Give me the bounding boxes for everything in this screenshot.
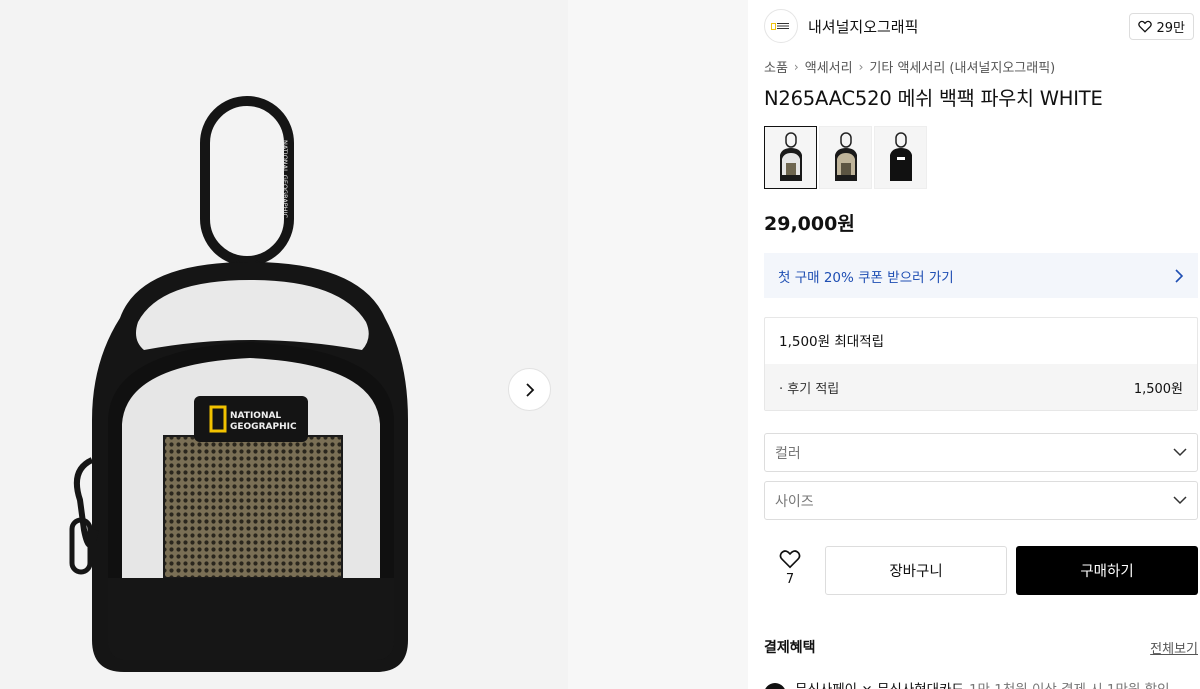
color-swatches (764, 126, 927, 189)
color-select-placeholder: 컬러 (775, 445, 801, 462)
benefit-item-detail: 1만 1천원 이상 결제 시 1만원 할인 (969, 678, 1170, 689)
breadcrumb: 소품 › 액세서리 › 기타 액세서리 (내셔널지오그래픽) (764, 57, 1055, 77)
size-option-select[interactable]: 사이즈 (764, 481, 1198, 520)
buy-now-button[interactable]: 구매하기 (1016, 546, 1198, 595)
swatch-thumbnail (834, 131, 857, 181)
view-all-benefits-link[interactable]: 전체보기 (1150, 638, 1198, 657)
benefit-item: 무신사페이 × 무신사현대카드 1만 1천원 이상 결제 시 1만원 할인 (764, 671, 1200, 689)
reward-row-value: 1,500원 (1133, 381, 1183, 397)
chevron-right-icon: › (793, 59, 799, 74)
heart-outline-icon (1138, 20, 1153, 33)
brand-logo-mark (771, 22, 791, 30)
chevron-down-icon (1173, 448, 1187, 457)
swatch-thumbnail (889, 131, 912, 181)
svg-text:GEOGRAPHIC: GEOGRAPHIC (230, 422, 297, 432)
reward-row: · 후기 적립 1,500원 (765, 364, 1197, 410)
brand-like-button[interactable]: 29만 (1129, 13, 1194, 40)
payment-benefits-title: 결제혜택 (764, 640, 816, 656)
product-image: NATIONAL GEOGRAPHIC NATIONAL GEOGRAPHIC (69, 96, 408, 672)
brand-logo[interactable] (764, 9, 798, 43)
color-option-select[interactable]: 컬러 (764, 433, 1198, 472)
svg-text:NATIONAL: NATIONAL (230, 411, 281, 421)
brand-like-count: 29만 (1156, 21, 1185, 36)
first-purchase-coupon-banner[interactable]: 첫 구매 20% 쿠폰 받으러 가기 (764, 253, 1198, 298)
card-logo-icon (764, 683, 786, 689)
wishlist-count: 7 (785, 572, 795, 587)
brand-name[interactable]: 내셔널지오그래픽 (808, 16, 918, 37)
product-price: 29,000원 (764, 213, 855, 235)
breadcrumb-item[interactable]: 소품 (764, 57, 788, 76)
reward-header: 1,500원 최대적립 (779, 334, 885, 350)
chevron-right-icon: › (858, 59, 864, 74)
carabiner-print: NATIONAL GEOGRAPHIC (281, 140, 289, 219)
product-image-gallery: NATIONAL GEOGRAPHIC NATIONAL GEOGRAPHIC (0, 0, 568, 689)
chevron-right-icon (1175, 268, 1184, 283)
brand-row: 내셔널지오그래픽 29만 (764, 8, 1198, 44)
wishlist-button[interactable]: 7 (774, 549, 806, 593)
reward-points-box: 1,500원 최대적립 · 후기 적립 1,500원 (764, 317, 1198, 411)
gallery-padding (568, 0, 748, 689)
benefit-item-title: 무신사페이 × 무신사현대카드 (795, 678, 964, 689)
chevron-down-icon (1173, 496, 1187, 505)
swatch-black[interactable] (874, 126, 927, 189)
product-info-panel: 내셔널지오그래픽 29만 소품 › 액세서리 › 기타 액세서리 (내셔널지오그… (748, 0, 1200, 689)
breadcrumb-item[interactable]: 기타 액세서리 (내셔널지오그래픽) (869, 57, 1055, 76)
breadcrumb-item[interactable]: 액세서리 (805, 57, 853, 76)
reward-row-label: · 후기 적립 (779, 381, 840, 397)
swatch-beige[interactable] (819, 126, 872, 189)
chevron-right-icon (525, 382, 534, 397)
product-title: N265AAC520 메쉬 백팩 파우치 WHITE (764, 87, 1103, 110)
heart-outline-icon (779, 550, 801, 569)
size-select-placeholder: 사이즈 (775, 493, 814, 510)
add-to-cart-button[interactable]: 장바구니 (825, 546, 1007, 595)
swatch-white[interactable] (764, 126, 817, 189)
swatch-thumbnail (779, 131, 802, 181)
next-image-button[interactable] (508, 368, 551, 411)
coupon-label: 첫 구매 20% 쿠폰 받으러 가기 (778, 269, 954, 286)
